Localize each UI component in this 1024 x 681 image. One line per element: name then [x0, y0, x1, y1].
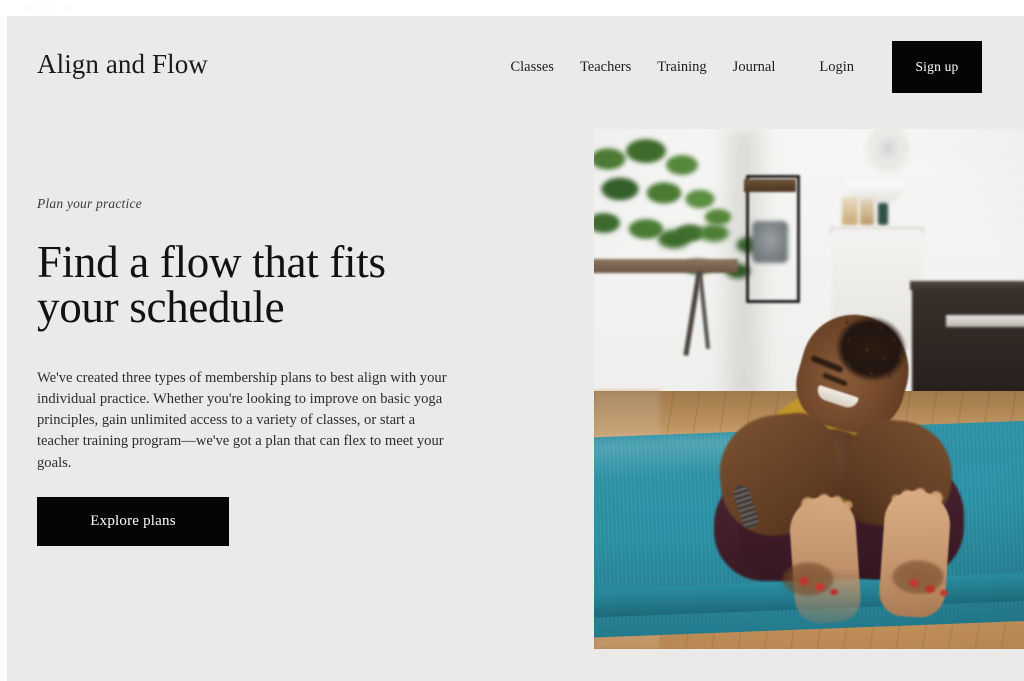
site-header: Align and Flow Classes Teachers Training… [0, 16, 1024, 111]
page-title: Find a flow that fits your schedule [37, 237, 386, 332]
hero-image [594, 129, 1024, 649]
signup-button[interactable]: Sign up [892, 41, 982, 93]
nav-link-training[interactable]: Training [657, 59, 706, 76]
zoom-dot-icon[interactable] [64, 4, 72, 12]
hero-eyebrow: Plan your practice [37, 196, 142, 211]
brand-logo[interactable]: Align and Flow [37, 48, 208, 80]
browser-chrome [0, 0, 1024, 16]
nav-link-classes[interactable]: Classes [510, 59, 554, 76]
nav-link-teachers[interactable]: Teachers [580, 59, 631, 76]
photo-vignette [594, 129, 1024, 649]
nav-link-journal[interactable]: Journal [733, 59, 776, 76]
close-dot-icon[interactable] [26, 4, 34, 12]
minimize-dot-icon[interactable] [45, 4, 53, 12]
hero-copy: Plan your practice Find a flow that fits… [37, 196, 457, 474]
page-left-edge [0, 16, 7, 681]
window-controls [26, 4, 72, 12]
page-canvas: Align and Flow Classes Teachers Training… [0, 16, 1024, 681]
explore-plans-button[interactable]: Explore plans [37, 497, 229, 546]
login-link[interactable]: Login [819, 59, 854, 76]
main-nav: Classes Teachers Training Journal Login … [510, 41, 982, 93]
hero-body-text: We've created three types of membership … [37, 370, 447, 471]
